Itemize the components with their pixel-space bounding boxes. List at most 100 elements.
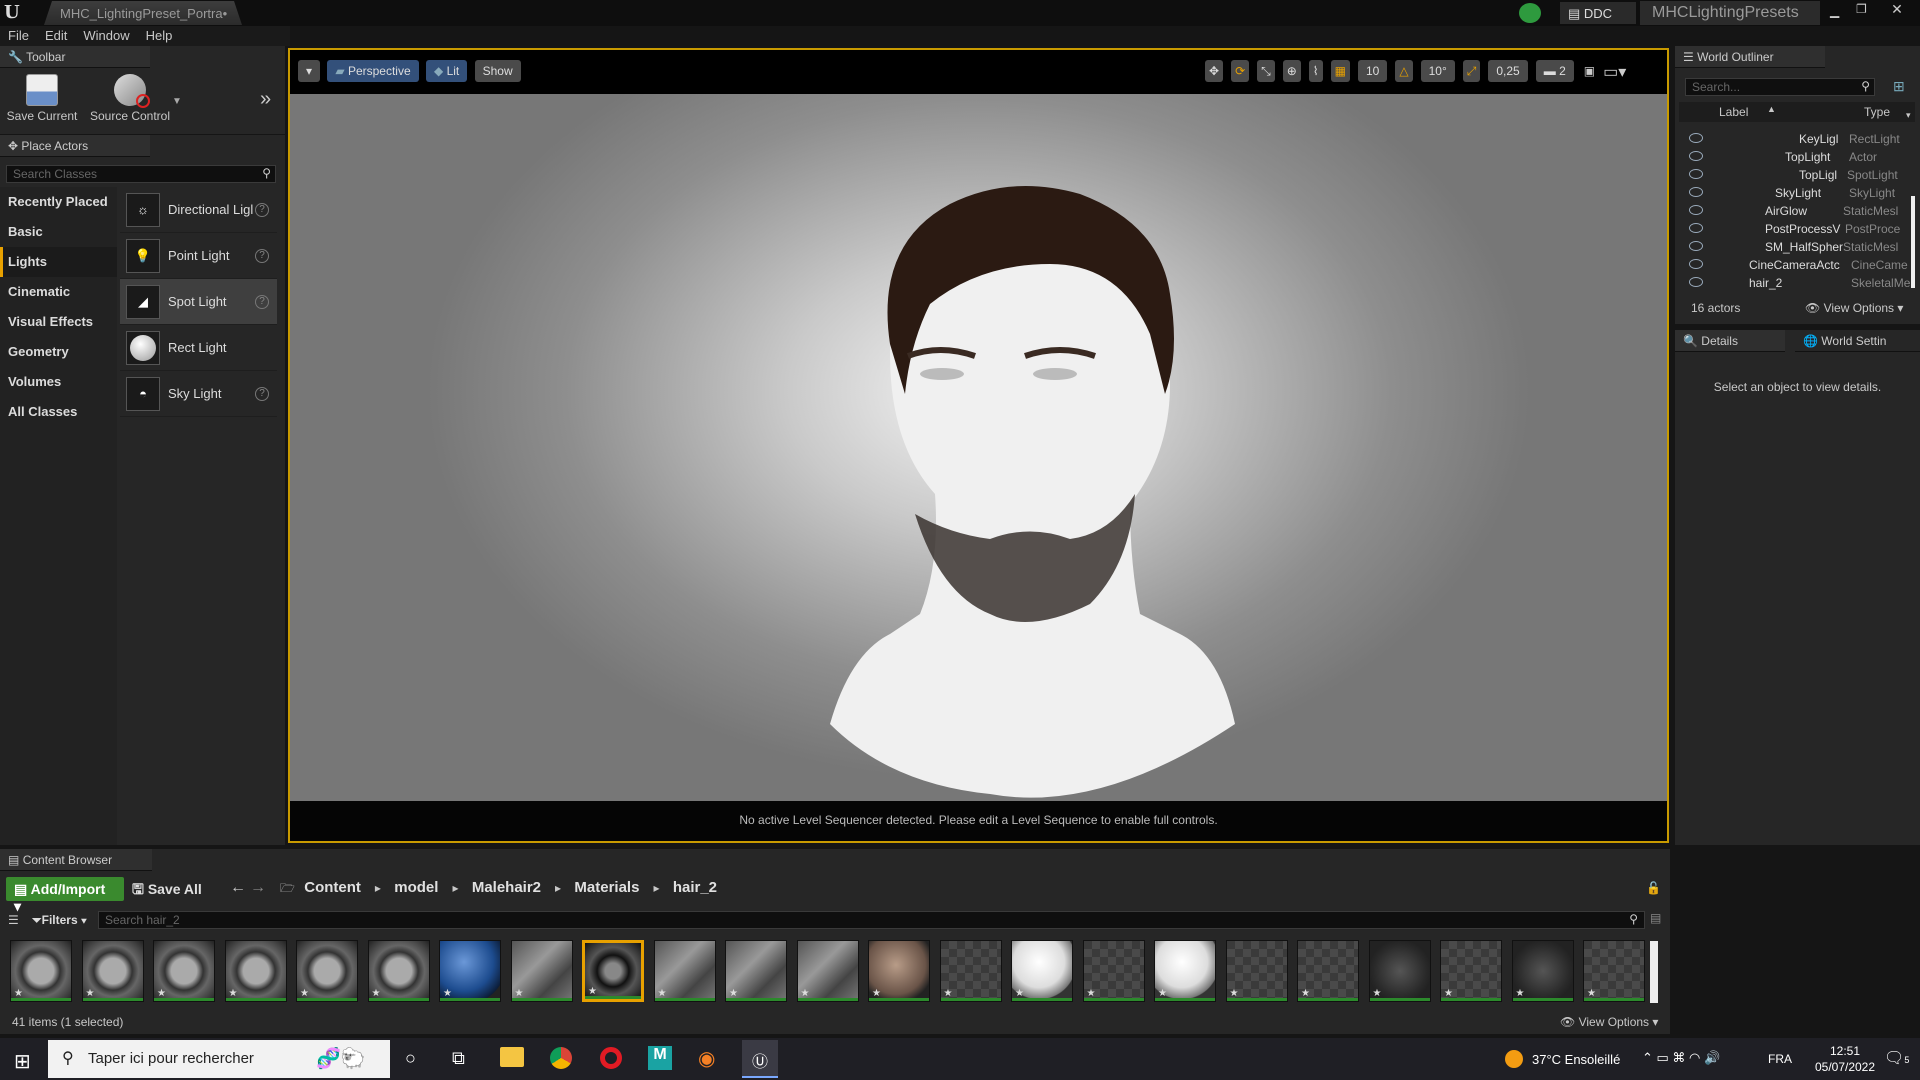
breadcrumb-model[interactable]: model [394,879,438,896]
add-import-button[interactable]: ▤ Add/Import ▾ [6,877,124,914]
source-control-button[interactable]: Source Control [86,74,174,123]
asset-thumbnail[interactable]: ★ [1368,940,1431,1002]
asset-thumbnail[interactable]: ★ [1011,940,1073,1002]
unreal-logo-icon[interactable]: U [4,2,26,24]
actor-spot-light[interactable]: ◢ Spot Light? [120,279,277,325]
asset-thumbnail[interactable]: ★ [939,940,1002,1002]
asset-thumbnail[interactable]: ★ [224,940,287,1002]
lock-icon[interactable]: 🔓 [1646,881,1661,895]
grid-snap-icon[interactable]: ▦ [1330,60,1350,82]
source-control-dropdown-icon[interactable]: ▼ [172,96,182,107]
layout-dropdown-icon[interactable]: ▭▾ [1601,60,1628,84]
asset-thumbnail[interactable]: ★ [10,940,72,1002]
category-lights[interactable]: Lights [0,247,117,277]
level-tab[interactable]: MHC_LightingPreset_Portra• [44,1,242,25]
blender-icon[interactable]: ◉ [698,1046,715,1071]
taskbar-search-box[interactable]: ⚲ Taper ici pour rechercher 🧬🐑 [48,1040,390,1078]
toolbar-tab[interactable]: 🔧 Toolbar [0,46,150,68]
actor-sky-light[interactable]: ◓ Sky Light? [120,371,277,417]
column-label[interactable]: Label [1719,105,1748,119]
asset-thumbnail[interactable]: ★ [1154,940,1216,1002]
visibility-eye-icon[interactable] [1689,259,1703,269]
maya-icon[interactable]: M [648,1046,672,1070]
scale-snap-icon[interactable]: ⤢ [1462,60,1481,82]
chrome-icon[interactable] [550,1047,572,1069]
asset-thumbnail[interactable]: ★ [1297,940,1359,1002]
place-actors-tab[interactable]: ✥ Place Actors [0,135,150,157]
asset-thumbnail[interactable]: ★ [81,940,144,1002]
menu-file[interactable]: File [0,26,37,45]
tray-icons[interactable]: ⌃ ▭ ⌘ ◠ 🔊 [1642,1050,1720,1066]
back-arrow-icon[interactable]: ← [230,879,246,897]
outliner-row[interactable]: CineCameraActc CineCame [1679,256,1908,274]
camera-speed-button[interactable]: ▬ 2 [1535,60,1574,82]
details-tab[interactable]: 🔍 Details [1675,330,1785,352]
task-view-icon[interactable]: ⧉ [452,1048,465,1069]
outliner-row[interactable]: PostProcessV PostProce [1679,220,1905,238]
column-type[interactable]: Type [1864,105,1890,119]
file-explorer-icon[interactable] [500,1047,524,1067]
scale-snap-value[interactable]: 0,25 [1488,60,1528,82]
visibility-eye-icon[interactable] [1689,133,1703,143]
maximize-viewport-icon[interactable]: ▣ [1582,60,1597,84]
help-icon[interactable]: ? [255,294,269,309]
filters-button[interactable]: ⏷Filters ▾ [32,911,94,929]
asset-thumbnail[interactable]: ★ [796,940,859,1002]
category-recently-placed[interactable]: Recently Placed [0,187,117,217]
cortana-icon[interactable]: ○ [405,1048,416,1069]
world-space-icon[interactable]: ⊕ [1282,60,1301,82]
actor-rect-light[interactable]: Rect Light [120,325,277,371]
menu-window[interactable]: Window [75,26,137,45]
visibility-eye-icon[interactable] [1689,169,1703,179]
viewport-scene[interactable] [290,94,1667,801]
menu-edit[interactable]: Edit [37,26,75,45]
language-indicator[interactable]: FRA [1768,1052,1792,1066]
outliner-row[interactable]: KeyLigl RectLight [1679,130,1905,148]
category-geometry[interactable]: Geometry [0,337,117,367]
world-outliner-tab[interactable]: ☰ World Outliner [1675,46,1825,68]
asset-thumbnail[interactable]: ★ [1225,940,1288,1002]
outliner-row[interactable]: TopLight Actor [1679,148,1905,166]
asset-thumbnail[interactable]: ★ [439,940,501,1002]
move-tool-icon[interactable]: ✥ [1205,60,1224,82]
actor-point-light[interactable]: 💡 Point Light? [120,233,277,279]
breadcrumb-malehair2[interactable]: Malehair2 [472,879,541,896]
grid-snap-value[interactable]: 10 [1358,60,1388,82]
weather-text[interactable]: 37°C Ensoleillé [1532,1052,1620,1067]
rotation-snap-value[interactable]: 10° [1420,60,1455,82]
search-classes-input[interactable]: Search Classes ⚲ [6,165,276,183]
help-icon[interactable]: ? [255,248,269,263]
viewport[interactable]: ▾ ▰ Perspective ◆ Lit Show ✥ ⟳ ⤡ ⊕ ⌇ ▦ 1… [288,48,1669,843]
clock[interactable]: 12:51 05/07/2022 [1812,1043,1878,1075]
add-filter-icon[interactable]: ⊞ [1893,78,1905,95]
actor-directional-light[interactable]: ☼ Directional Ligl? [120,187,277,233]
outliner-row[interactable]: TopLigl SpotLight [1679,166,1905,184]
asset-thumbnail[interactable]: ★ [582,940,644,1002]
opera-icon[interactable] [600,1047,622,1069]
breadcrumb-content[interactable]: Content [304,879,361,896]
visibility-eye-icon[interactable] [1689,223,1703,233]
asset-thumbnail[interactable]: ★ [653,940,716,1002]
asset-thumbnail[interactable]: ★ [1511,940,1574,1002]
visibility-eye-icon[interactable] [1689,241,1703,251]
save-search-icon[interactable]: ▤ [1650,911,1661,925]
menu-help[interactable]: Help [138,26,181,45]
perspective-button[interactable]: ▰ Perspective [327,60,419,82]
content-browser-tab[interactable]: ▤ Content Browser [0,849,152,871]
maximize-button[interactable]: ❐ [1856,2,1874,18]
outliner-row[interactable]: AirGlow StaticMesl [1679,202,1905,220]
help-icon[interactable]: ? [255,202,269,217]
close-button[interactable]: ✕ [1882,1,1912,19]
outliner-row[interactable]: SkyLight SkyLight [1679,184,1905,202]
category-volumes[interactable]: Volumes [0,367,117,397]
asset-thumbnail[interactable]: ★ [1583,940,1645,1002]
visibility-eye-icon[interactable] [1689,151,1703,161]
windows-start-icon[interactable]: ⊞ [14,1049,31,1074]
outliner-view-options[interactable]: 👁 View Options ▾ [1805,301,1903,315]
notification-icon[interactable]: 🗨5 [1884,1048,1909,1068]
show-button[interactable]: Show [474,60,521,82]
visibility-eye-icon[interactable] [1689,205,1703,215]
expand-toolbar-icon[interactable]: » [260,88,271,111]
breadcrumb-hair-2[interactable]: hair_2 [673,879,717,896]
outliner-scrollbar[interactable] [1911,196,1915,288]
